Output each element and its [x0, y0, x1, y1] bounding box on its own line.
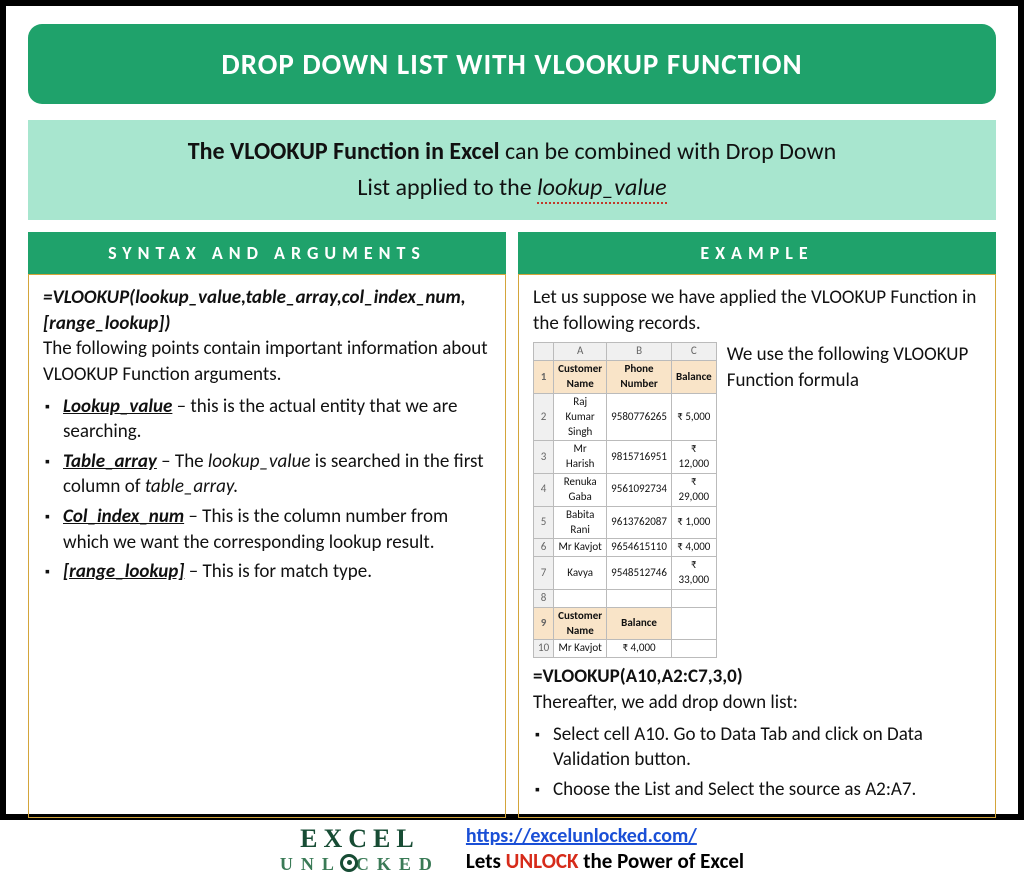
syntax-lead: The following points contain important i… — [43, 336, 493, 387]
intro-lookup-word: lookup_value — [537, 173, 667, 204]
example-body: Let us suppose we have applied the VLOOK… — [518, 274, 996, 818]
syntax-header: SYNTAX AND ARGUMENTS — [28, 232, 506, 274]
step-1: Select cell A10. Go to Data Tab and clic… — [533, 722, 983, 773]
syntax-body: =VLOOKUP(lookup_value,table_array,col_in… — [28, 274, 506, 818]
footer-tagline: Lets UNLOCK the Power of Excel — [466, 848, 744, 874]
example-steps: Select cell A10. Go to Data Tab and clic… — [533, 722, 983, 803]
footer-url[interactable]: https://excelunlocked.com/ — [466, 824, 697, 848]
example-formula: =VLOOKUP(A10,A2:C7,3,0) — [533, 664, 983, 690]
intro-rest1: can be combined with Drop Down — [500, 137, 837, 166]
intro-box: The VLOOKUP Function in Excel can be com… — [28, 120, 996, 220]
keyhole-icon — [340, 854, 358, 872]
example-after: Thereafter, we add drop down list: — [533, 690, 983, 716]
example-header: EXAMPLE — [518, 232, 996, 274]
arg-col-index: Col_index_num – This is the column numbe… — [43, 504, 493, 555]
footer-right: https://excelunlocked.com/ Lets UNLOCK t… — [466, 824, 744, 874]
brand-logo: EXCEL UNLCKED — [280, 824, 440, 875]
example-column: EXAMPLE Let us suppose we have applied t… — [518, 232, 996, 818]
arg-range-lookup: [range_lookup] – This is for match type. — [43, 559, 493, 585]
intro-line2-prefix: List applied to the — [357, 173, 537, 202]
arg-lookup-value: Lookup_value – this is the actual entity… — [43, 394, 493, 445]
logo-bottom: UNLCKED — [280, 854, 440, 875]
example-spreadsheet: A B C 1Customer NamePhone NumberBalance … — [533, 342, 717, 658]
footer: EXCEL UNLCKED https://excelunlocked.com/… — [28, 824, 996, 875]
logo-top: EXCEL — [300, 824, 420, 853]
syntax-column: SYNTAX AND ARGUMENTS =VLOOKUP(lookup_val… — [28, 232, 506, 818]
example-side-note: We use the following VLOOKUP Function fo… — [727, 342, 983, 393]
arg-table-array: Table_array – The lookup_value is search… — [43, 449, 493, 500]
argument-list: Lookup_value – this is the actual entity… — [43, 394, 493, 585]
main-title: DROP DOWN LIST WITH VLOOKUP FUNCTION — [28, 24, 996, 104]
step-2: Choose the List and Select the source as… — [533, 777, 983, 803]
example-intro: Let us suppose we have applied the VLOOK… — [533, 285, 983, 336]
syntax-formula: =VLOOKUP(lookup_value,table_array,col_in… — [43, 285, 493, 336]
columns: SYNTAX AND ARGUMENTS =VLOOKUP(lookup_val… — [28, 232, 996, 818]
intro-bold: The VLOOKUP Function in Excel — [188, 137, 500, 166]
